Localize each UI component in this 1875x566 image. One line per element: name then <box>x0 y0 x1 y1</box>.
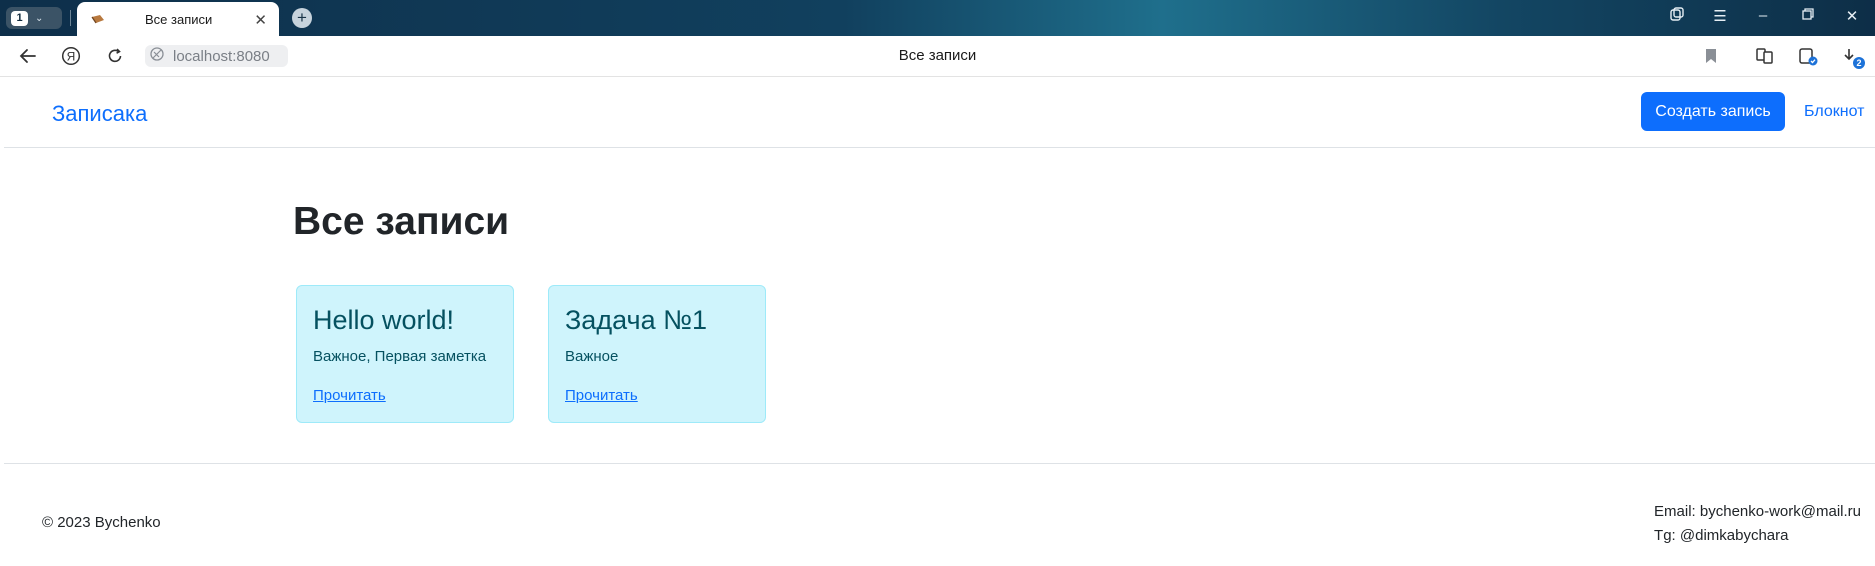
contact-email: Email: bychenko-work@mail.ru <box>1654 503 1861 520</box>
menu-icon[interactable]: ☰ <box>1709 7 1731 25</box>
contacts-block: Email: bychenko-work@mail.ru Tg: @dimkab… <box>1654 500 1861 548</box>
downloads-badge: 2 <box>1853 57 1865 69</box>
new-tab-button[interactable]: + <box>292 8 312 28</box>
close-tab-icon[interactable]: ✕ <box>254 11 267 29</box>
contact-telegram: Tg: @dimkabychara <box>1654 527 1789 544</box>
note-card: Задача №1 Важное Прочитать <box>548 285 766 423</box>
minimize-icon[interactable]: – <box>1752 7 1774 24</box>
browser-tab-active[interactable]: Все записи ✕ <box>77 2 279 36</box>
copyright-text: © 2023 Bychenko <box>42 514 161 531</box>
book-favicon-icon <box>91 14 105 24</box>
page-heading: Все записи <box>293 200 510 243</box>
site-navbar: Записака Создать запись Блокнот <box>4 77 1875 148</box>
browser-tab-bar: 1 ⌄ Все записи ✕ + ☰ – ✕ <box>0 0 1875 36</box>
brand-logo-link[interactable]: Записака <box>52 101 147 127</box>
read-link[interactable]: Прочитать <box>565 387 638 404</box>
downloads-icon[interactable]: 2 <box>1840 45 1865 69</box>
note-card-title: Hello world! <box>313 305 455 335</box>
divider <box>70 10 71 26</box>
note-card-title: Задача №1 <box>565 305 708 335</box>
reading-list-icon[interactable] <box>1754 45 1776 67</box>
address-bar: Я localhost:8080 Все записи 2 <box>0 36 1875 77</box>
tab-counter-button[interactable]: 1 ⌄ <box>6 7 62 29</box>
note-card: Hello world! Важное, Первая заметка Проч… <box>296 285 514 423</box>
chevron-down-icon: ⌄ <box>35 12 44 24</box>
protect-extension-icon[interactable] <box>1797 45 1819 67</box>
read-link[interactable]: Прочитать <box>313 387 386 404</box>
bookmark-icon[interactable] <box>1700 45 1722 67</box>
create-note-button[interactable]: Создать запись <box>1641 92 1785 131</box>
restore-icon[interactable] <box>1797 7 1819 24</box>
tab-count: 1 <box>11 10 28 26</box>
note-card-tags: Важное, Первая заметка <box>313 348 487 365</box>
page-title-center: Все записи <box>898 47 977 64</box>
notebook-link[interactable]: Блокнот <box>1804 103 1864 121</box>
note-card-tags: Важное <box>565 348 619 365</box>
site-footer: © 2023 Bychenko Email: bychenko-work@mai… <box>4 463 1875 566</box>
close-window-icon[interactable]: ✕ <box>1841 7 1863 25</box>
collections-icon[interactable] <box>1666 7 1688 25</box>
tab-title: Все записи <box>145 11 213 27</box>
